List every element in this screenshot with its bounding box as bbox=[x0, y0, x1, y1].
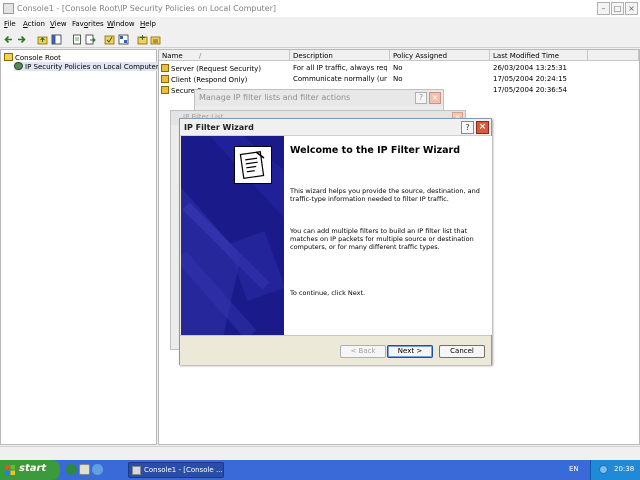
ip-security-policy-icon bbox=[14, 62, 23, 70]
properties-icon[interactable] bbox=[104, 34, 115, 45]
column-header-label: Description bbox=[293, 52, 333, 60]
network-icon[interactable] bbox=[599, 465, 608, 474]
new-window-icon[interactable] bbox=[72, 34, 83, 45]
wizard-heading: Welcome to the IP Filter Wizard bbox=[290, 145, 461, 156]
toolbar bbox=[0, 31, 640, 48]
column-header-policy-assigned[interactable]: Policy Assigned bbox=[390, 50, 490, 61]
up-icon[interactable] bbox=[37, 34, 48, 45]
maximize-button[interactable]: □ bbox=[611, 2, 624, 15]
console-tree[interactable]: Console Root IP Security Policies on Loc… bbox=[0, 49, 159, 445]
row-name: Client (Respond Only) bbox=[171, 76, 248, 84]
console-app-icon bbox=[132, 466, 141, 475]
dialog-title: Manage IP filter lists and filter action… bbox=[199, 93, 351, 102]
menu-bar: File Action View Favorites Window Help bbox=[0, 17, 640, 31]
system-tray: 20:38 bbox=[590, 460, 640, 480]
help-button[interactable]: ? bbox=[461, 121, 474, 134]
windows-flag-icon bbox=[5, 465, 15, 475]
back-icon[interactable] bbox=[3, 34, 14, 45]
minimize-button[interactable]: – bbox=[597, 2, 610, 15]
tree-item-ip-security-policies[interactable]: IP Security Policies on Local Computer bbox=[14, 62, 159, 71]
help-button[interactable]: ? bbox=[415, 92, 427, 104]
row-name-cell: Server (Request Security) bbox=[161, 64, 289, 73]
tree-item-label: IP Security Policies on Local Computer bbox=[25, 63, 159, 71]
close-button[interactable]: × bbox=[476, 121, 489, 134]
create-policy-icon[interactable] bbox=[137, 34, 148, 45]
wizard-logo-icon bbox=[234, 146, 272, 184]
column-header-name[interactable]: Name / bbox=[159, 50, 290, 61]
menu-favorites[interactable]: Favorites bbox=[72, 20, 104, 28]
sort-indicator-icon: / bbox=[198, 52, 202, 60]
back-button[interactable]: < Back bbox=[340, 345, 386, 358]
wizard-paragraph: This wizard helps you provide the source… bbox=[290, 187, 480, 203]
column-header-last-modified[interactable]: Last Modified Time bbox=[490, 50, 588, 61]
forward-icon[interactable] bbox=[16, 34, 27, 45]
console-app-icon bbox=[3, 3, 14, 14]
menu-view[interactable]: View bbox=[50, 20, 67, 28]
language-indicator[interactable]: EN bbox=[569, 465, 579, 473]
window-title: Console1 - [Console Root\IP Security Pol… bbox=[17, 4, 276, 13]
status-bar bbox=[0, 446, 640, 460]
row-modified: 26/03/2004 13:25:31 bbox=[493, 64, 568, 72]
clock[interactable]: 20:38 bbox=[614, 465, 634, 473]
wizard-banner bbox=[181, 136, 284, 335]
wizard-content: Welcome to the IP Filter Wizard This wiz… bbox=[284, 136, 492, 335]
row-modified: 17/05/2004 20:36:54 bbox=[493, 86, 568, 94]
column-header-label: Policy Assigned bbox=[393, 52, 448, 60]
dialog-title: IP Filter Wizard bbox=[184, 123, 254, 132]
close-button[interactable]: × bbox=[429, 92, 441, 104]
next-button[interactable]: Next > bbox=[387, 345, 433, 358]
title-bar[interactable]: Console1 - [Console Root\IP Security Pol… bbox=[0, 0, 640, 17]
row-description: For all IP traffic, always req... bbox=[293, 64, 387, 72]
menu-file[interactable]: File bbox=[4, 20, 16, 28]
export-list-icon[interactable] bbox=[85, 34, 96, 45]
start-label: start bbox=[19, 463, 47, 474]
row-assigned: No bbox=[393, 75, 403, 83]
policy-icon bbox=[161, 86, 169, 94]
menu-window[interactable]: Window bbox=[107, 20, 135, 28]
menu-action[interactable]: Action bbox=[23, 20, 45, 28]
wizard-body: Welcome to the IP Filter Wizard This wiz… bbox=[181, 136, 492, 335]
row-description: Communicate normally (uns... bbox=[293, 75, 387, 83]
manage-filters-icon[interactable] bbox=[150, 34, 161, 45]
close-button[interactable]: × bbox=[625, 2, 638, 15]
policy-icon bbox=[161, 64, 169, 72]
column-header-label: Last Modified Time bbox=[493, 52, 560, 60]
cancel-button[interactable]: Cancel bbox=[439, 345, 485, 358]
row-assigned: No bbox=[393, 64, 403, 72]
start-button[interactable]: start bbox=[0, 460, 60, 480]
column-header-description[interactable]: Description bbox=[290, 50, 390, 61]
internet-explorer-icon[interactable] bbox=[92, 464, 103, 475]
taskbar-button-console1[interactable]: Console1 - [Console ... bbox=[128, 462, 224, 478]
tree-item-label: Console Root bbox=[15, 54, 61, 62]
row-name: Server (Request Security) bbox=[171, 65, 262, 73]
media-player-icon[interactable] bbox=[66, 464, 77, 475]
wizard-paragraph: You can add multiple filters to build an… bbox=[290, 227, 474, 251]
row-name-cell: Client (Respond Only) bbox=[161, 75, 289, 84]
menu-help[interactable]: Help bbox=[140, 20, 156, 28]
taskbar-button-label: Console1 - [Console ... bbox=[144, 466, 223, 474]
column-header-filler bbox=[588, 50, 639, 61]
show-hide-tree-icon[interactable] bbox=[51, 34, 62, 45]
wizard-button-bar: < Back Next > Cancel bbox=[180, 335, 491, 365]
policy-icon bbox=[161, 75, 169, 83]
dialog-title-bar[interactable]: Manage IP filter lists and filter action… bbox=[195, 90, 443, 106]
help-icon[interactable] bbox=[118, 34, 129, 45]
wizard-paragraph: To continue, click Next. bbox=[290, 289, 366, 297]
ip-filter-wizard-dialog: IP Filter Wizard ? × Welcome to the IP F… bbox=[179, 118, 492, 365]
dialog-title-bar[interactable]: IP Filter Wizard ? × bbox=[180, 119, 491, 136]
taskbar: start Console1 - [Console ... EN 20:38 bbox=[0, 460, 640, 480]
show-desktop-icon[interactable] bbox=[79, 464, 90, 475]
folder-icon bbox=[4, 53, 13, 61]
row-modified: 17/05/2004 20:24:15 bbox=[493, 75, 568, 83]
tree-item-console-root[interactable]: Console Root bbox=[4, 53, 61, 62]
column-header-label: Name bbox=[162, 52, 183, 60]
